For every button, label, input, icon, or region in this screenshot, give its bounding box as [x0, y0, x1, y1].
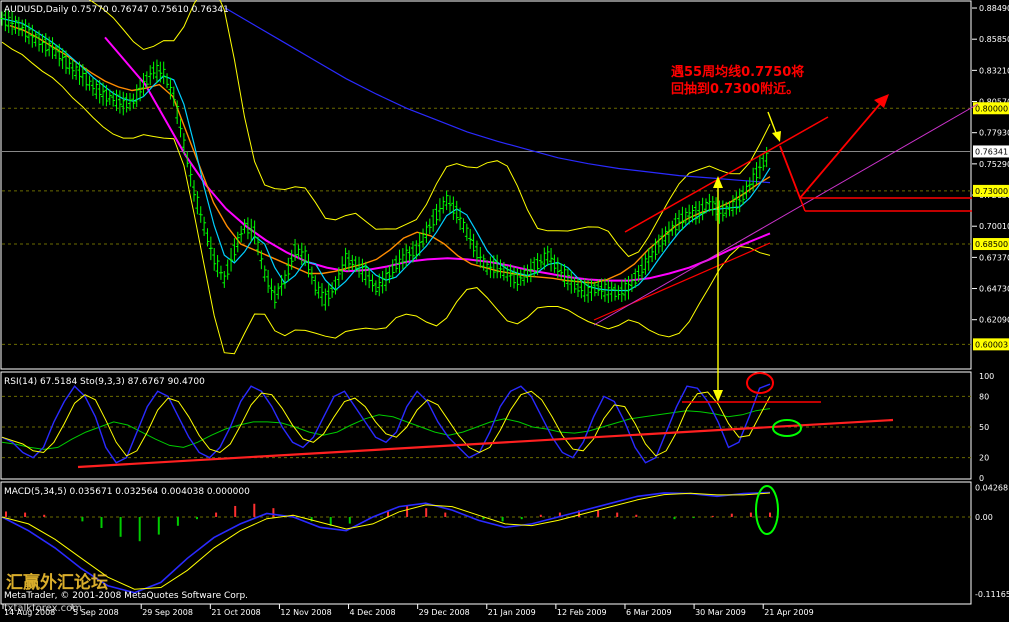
stoch-signal-line — [1, 390, 771, 457]
macd-tick-label: -0.11165 — [975, 590, 1009, 599]
projection-arrow[interactable] — [779, 97, 886, 200]
macd-panel — [1, 491, 771, 594]
price-tick-label: 0.70010 — [979, 222, 1009, 231]
price-bars — [0, 9, 769, 311]
chart-svg[interactable]: 0.884900.858500.832100.805700.779300.752… — [0, 0, 1009, 618]
support-trendline[interactable] — [593, 103, 979, 326]
time-tick-label: 21 Oct 2008 — [211, 608, 260, 617]
price-flag-label: 0.73000 — [975, 187, 1008, 196]
rsi-tick-label: 100 — [979, 372, 994, 381]
price-tick-label: 0.83210 — [979, 66, 1009, 75]
macd-signal-line — [1, 492, 771, 590]
main-title: AUDUSD,Daily 0.75770 0.76747 0.75610 0.7… — [4, 5, 229, 15]
copyright-text: MetaTrader, © 2001-2008 MetaQuotes Softw… — [4, 591, 248, 601]
yellow-pointer-arrowhead — [772, 131, 781, 142]
price-flag-label: 0.76341 — [975, 147, 1008, 156]
rsi-green-circle — [772, 419, 802, 437]
bollinger-upper — [88, 0, 771, 258]
time-tick-label: 29 Dec 2008 — [419, 608, 470, 617]
price-tick-label: 0.64730 — [979, 285, 1009, 294]
site-watermark: fxtalkforex.com — [4, 603, 82, 614]
annotation-line1: 遇55周均线0.7750将 — [671, 64, 804, 80]
rsi-tick-label: 80 — [979, 392, 989, 401]
rsi-tick-label: 20 — [979, 454, 989, 463]
price-flag-label: 0.68500 — [975, 240, 1008, 249]
target-box[interactable] — [798, 197, 972, 212]
macd-title: MACD(5,34,5) 0.035671 0.032564 0.004038 … — [4, 487, 250, 497]
time-tick-label: 21 Apr 2009 — [764, 608, 813, 617]
annotation-line2: 回抽到0.7300附近。 — [671, 81, 799, 97]
time-tick-label: 21 Jan 2009 — [488, 608, 536, 617]
moving-averages — [1, 7, 771, 292]
price-tick-label: 0.75290 — [979, 160, 1009, 169]
watermark-logo: 汇赢外汇论坛 — [6, 572, 108, 593]
drawing-objects[interactable] — [593, 94, 979, 402]
bollinger-lower — [1, 41, 771, 355]
price-flag-label: 0.60003 — [975, 340, 1008, 349]
price-tick-label: 0.67370 — [979, 253, 1009, 262]
rsi-red-circle — [746, 372, 774, 394]
time-tick-label: 12 Feb 2009 — [557, 608, 607, 617]
time-tick-label: 29 Sep 2008 — [142, 608, 193, 617]
price-flag-label: 0.80000 — [975, 104, 1008, 113]
grid-lines — [2, 107, 971, 518]
indicator-axis: 100 80 50 20 00.04268 0.00 -0.11165 — [975, 372, 1009, 599]
time-axis: 14 Aug 2008 5 Sep 2008 29 Sep 2008 21 Oct 2… — [2, 604, 814, 617]
macd-panel-frame — [0, 481, 972, 605]
price-tick-label: 0.62090 — [979, 316, 1009, 325]
ma-fast-line — [1, 17, 771, 292]
rsi-tick-label: 50 — [979, 423, 989, 432]
macd-line — [1, 491, 771, 594]
rsi-tick-label: 0 — [979, 474, 984, 483]
time-tick-label: 30 Mar 2009 — [695, 608, 746, 617]
time-tick-label: 4 Dec 2008 — [350, 608, 396, 617]
time-tick-label: 6 Mar 2009 — [626, 608, 672, 617]
price-tick-label: 0.77930 — [979, 129, 1009, 138]
projection-arrowhead — [874, 94, 889, 108]
mt4-chart[interactable]: 0.88490 0.85850 0.83210 0.80570 0.77930 0.752… — [0, 0, 1009, 618]
macd-tick-label: 0.04268 — [975, 484, 1008, 493]
time-tick-label: 12 Nov 2008 — [280, 608, 331, 617]
price-tick-label: 0.88490 — [979, 4, 1009, 13]
price-axis: 0.884900.858500.832100.805700.779300.752… — [972, 4, 1009, 351]
main-panel-frame — [0, 0, 972, 370]
price-tick-label: 0.85850 — [979, 35, 1009, 44]
macd-tick-label: 0.00 — [975, 513, 993, 522]
rsi-title: RSI(14) 67.5184 Sto(9,3,3) 87.6767 90.47… — [4, 377, 205, 387]
